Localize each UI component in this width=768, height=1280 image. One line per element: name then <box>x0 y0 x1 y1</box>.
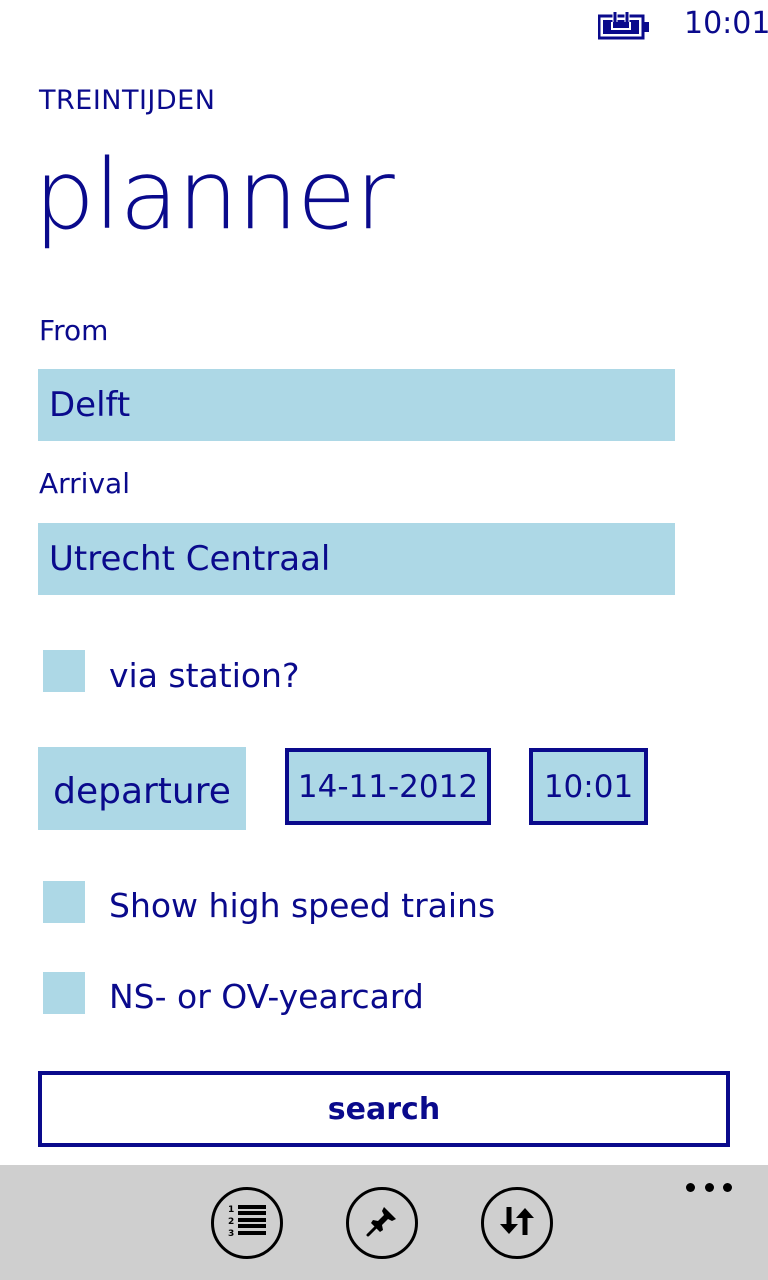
arrival-label: Arrival <box>39 467 130 500</box>
time-picker[interactable]: 10:01 <box>529 748 648 825</box>
high-speed-checkbox[interactable] <box>43 881 85 923</box>
list-button[interactable]: 1 2 3 <box>211 1187 283 1259</box>
svg-text:1: 1 <box>228 1205 234 1215</box>
swap-arrows-icon <box>495 1201 539 1245</box>
numbered-list-icon: 1 2 3 <box>225 1201 269 1245</box>
swap-button[interactable] <box>481 1187 553 1259</box>
ellipsis-icon <box>686 1182 732 1192</box>
via-station-label[interactable]: via station? <box>109 656 300 696</box>
departure-toggle-button[interactable]: departure <box>38 747 246 830</box>
high-speed-label[interactable]: Show high speed trains <box>109 886 495 926</box>
pin-icon <box>362 1201 402 1245</box>
date-picker[interactable]: 14-11-2012 <box>285 748 491 825</box>
from-label: From <box>39 314 109 347</box>
page-title: planner <box>34 139 395 251</box>
svg-text:2: 2 <box>228 1217 234 1227</box>
yearcard-label[interactable]: NS- or OV-yearcard <box>109 977 424 1017</box>
via-station-checkbox[interactable] <box>43 650 85 692</box>
arrival-input[interactable] <box>38 523 675 595</box>
app-bar: 1 2 3 <box>0 1165 768 1280</box>
from-input[interactable] <box>38 369 675 441</box>
search-button[interactable]: search <box>38 1071 730 1147</box>
app-title: TREINTIJDEN <box>39 85 216 116</box>
yearcard-checkbox[interactable] <box>43 972 85 1014</box>
more-options-button[interactable] <box>686 1175 732 1199</box>
pin-button[interactable] <box>346 1187 418 1259</box>
status-time: 10:01 <box>684 6 768 41</box>
battery-charging-icon <box>597 10 652 40</box>
svg-text:3: 3 <box>228 1229 234 1239</box>
